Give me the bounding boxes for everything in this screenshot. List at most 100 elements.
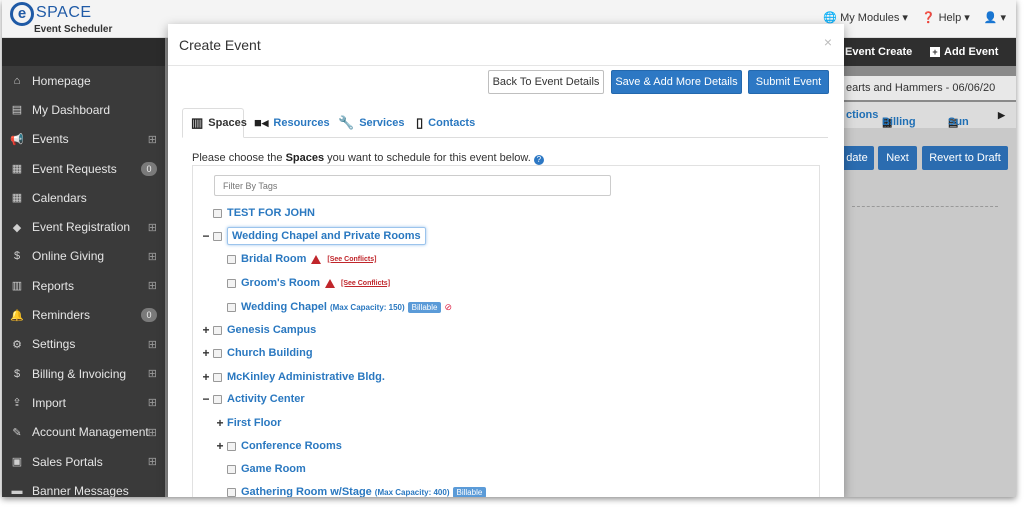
sidebar-item-reminders[interactable]: 🔔 Reminders 0: [2, 300, 165, 329]
space-label[interactable]: Game Room: [241, 463, 306, 475]
sidebar-item-online-giving[interactable]: $ Online Giving ⊞: [2, 242, 165, 271]
space-label[interactable]: Wedding Chapel: [241, 301, 327, 313]
expand-icon[interactable]: +: [201, 346, 211, 360]
see-conflicts-link[interactable]: [See Conflicts]: [341, 280, 390, 287]
sidebar-item-reports[interactable]: ▥ Reports ⊞: [2, 271, 165, 300]
user-menu[interactable]: 👤 ▾: [984, 11, 1006, 24]
space-checkbox[interactable]: [213, 348, 222, 358]
space-checkbox[interactable]: [213, 394, 222, 404]
question-circle-icon[interactable]: ?: [533, 155, 544, 165]
sidebar-item-event-requests[interactable]: ▦ Event Requests 0: [2, 154, 165, 183]
expand-icon[interactable]: ⊞: [148, 426, 157, 439]
my-modules-menu[interactable]: 🌐 My Modules ▾: [823, 11, 908, 25]
tab-actions[interactable]: ctions: [846, 109, 878, 121]
space-label[interactable]: First Floor: [227, 417, 281, 429]
space-label[interactable]: Groom's Room: [241, 277, 320, 289]
expand-icon[interactable]: ⊞: [148, 250, 157, 263]
sidebar-item-label: Event Requests: [32, 161, 117, 176]
tree-item: Game Room: [215, 461, 306, 477]
sidebar-item-settings[interactable]: ⚙ Settings ⊞: [2, 330, 165, 359]
expand-icon[interactable]: +: [215, 439, 225, 453]
expand-icon[interactable]: +: [215, 416, 225, 430]
collapse-icon[interactable]: −: [201, 392, 211, 406]
count-badge: 0: [141, 161, 157, 176]
space-checkbox[interactable]: [213, 372, 222, 382]
event-create-link[interactable]: Event Create: [845, 46, 912, 58]
tab-scroll-right-icon[interactable]: ▶: [998, 110, 1005, 121]
sidebar-item-label: Events: [32, 132, 69, 147]
space-checkbox[interactable]: [213, 231, 222, 241]
tab-services[interactable]: 🔧 Services: [330, 108, 412, 138]
sidebar-item-label: Online Giving: [32, 249, 105, 264]
expand-icon[interactable]: +: [201, 370, 211, 384]
tab-contacts[interactable]: ▯ Contacts: [408, 108, 483, 138]
user-icon: 👤: [983, 12, 998, 24]
sidebar-item-events[interactable]: 📢 Events ⊞: [2, 125, 165, 154]
tab-resources[interactable]: ■◂ Resources: [246, 108, 338, 138]
sidebar-item-banner-messages[interactable]: ▬ Banner Messages: [2, 476, 165, 497]
tree-item: + Genesis Campus: [201, 322, 316, 338]
espace-logo[interactable]: e SPACE Event Scheduler: [10, 2, 130, 36]
caret-down-icon: ▾: [964, 12, 970, 24]
space-label[interactable]: Gathering Room w/Stage: [241, 486, 372, 497]
update-button[interactable]: date: [840, 146, 874, 170]
space-label[interactable]: Church Building: [227, 347, 313, 359]
plus-square-icon: +: [930, 47, 940, 57]
sidebar-item-sales-portals[interactable]: ▣ Sales Portals ⊞: [2, 447, 165, 476]
expand-icon[interactable]: ⊞: [148, 221, 157, 234]
space-checkbox[interactable]: [213, 208, 222, 218]
space-checkbox[interactable]: [227, 464, 236, 474]
space-checkbox[interactable]: [227, 278, 236, 288]
sidebar-item-homepage[interactable]: ⌂ Homepage: [2, 66, 165, 95]
tab-spaces[interactable]: ▥ Spaces: [182, 108, 247, 138]
tab-spaces-label: Spaces: [208, 117, 247, 129]
space-label[interactable]: Conference Rooms: [241, 440, 342, 452]
back-to-event-details-button[interactable]: Back To Event Details: [488, 70, 604, 94]
space-label[interactable]: McKinley Administrative Bldg.: [227, 371, 385, 383]
video-camera-icon: ■◂: [254, 115, 269, 130]
space-checkbox[interactable]: [227, 302, 236, 312]
wrench-icon: 🔧: [338, 115, 355, 130]
save-and-add-more-details-button[interactable]: Save & Add More Details: [611, 70, 742, 94]
expand-icon[interactable]: ⊞: [148, 279, 157, 292]
expand-icon[interactable]: ⊞: [148, 396, 157, 409]
add-event-label: Add Event: [944, 46, 999, 58]
expand-icon[interactable]: ⊞: [148, 133, 157, 146]
bell-icon: 🔔: [10, 309, 24, 322]
space-label[interactable]: Genesis Campus: [227, 324, 316, 336]
sidebar-item-account-management[interactable]: ✎ Account Management ⊞: [2, 418, 165, 447]
space-label[interactable]: Activity Center: [227, 393, 305, 405]
sidebar-item-billing-invoicing[interactable]: $ Billing & Invoicing ⊞: [2, 359, 165, 388]
help-label: Help: [938, 11, 962, 24]
space-checkbox[interactable]: [213, 325, 222, 335]
sidebar-item-label: Sales Portals: [32, 454, 103, 469]
sidebar-item-import[interactable]: ⇪ Import ⊞: [2, 388, 165, 417]
expand-icon[interactable]: ⊞: [148, 455, 157, 468]
filter-by-tags-input[interactable]: [214, 175, 611, 196]
space-checkbox[interactable]: [227, 254, 236, 264]
tree-item: + First Floor: [215, 415, 281, 431]
tab-contacts-label: Contacts: [428, 117, 476, 129]
space-label[interactable]: Bridal Room: [241, 253, 306, 265]
sidebar-item-label: Settings: [32, 337, 76, 352]
expand-icon[interactable]: +: [201, 323, 211, 337]
sidebar-item-label: Banner Messages: [32, 483, 129, 497]
space-checkbox[interactable]: [227, 487, 236, 497]
help-menu[interactable]: ❓ Help ▾: [922, 11, 970, 25]
collapse-icon[interactable]: −: [201, 229, 211, 243]
expand-icon[interactable]: ⊞: [148, 367, 157, 380]
sidebar-item-my-dashboard[interactable]: ▤ My Dashboard: [2, 95, 165, 124]
expand-icon[interactable]: ⊞: [148, 338, 157, 351]
sidebar-item-calendars[interactable]: ▦ Calendars: [2, 183, 165, 212]
see-conflicts-link[interactable]: [See Conflicts]: [327, 256, 376, 263]
sidebar-item-event-registration[interactable]: ◆ Event Registration ⊞: [2, 212, 165, 241]
space-label[interactable]: TEST FOR JOHN: [227, 207, 315, 219]
submit-event-button[interactable]: Submit Event: [748, 70, 829, 94]
close-icon[interactable]: ×: [824, 34, 832, 50]
space-checkbox[interactable]: [227, 441, 236, 451]
next-button[interactable]: Next: [878, 146, 917, 170]
max-capacity-text: (Max Capacity: 400): [374, 487, 450, 497]
revert-to-draft-button[interactable]: Revert to Draft: [922, 146, 1008, 170]
add-event-button[interactable]: + Add Event: [930, 46, 998, 58]
space-label[interactable]: Wedding Chapel and Private Rooms: [227, 227, 426, 245]
